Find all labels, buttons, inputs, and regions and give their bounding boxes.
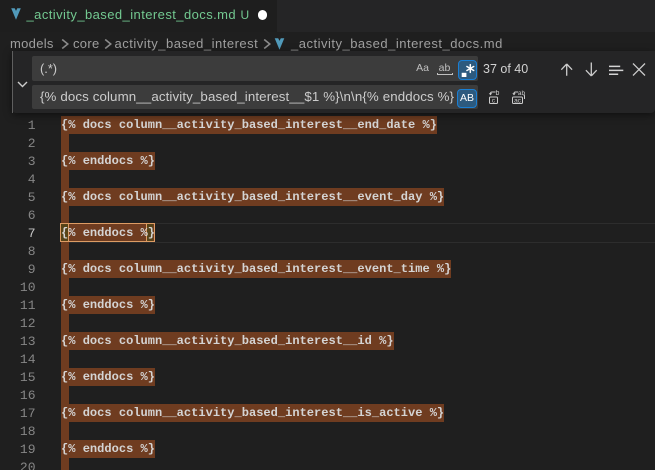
svg-text:b: b <box>496 90 500 97</box>
svg-text:ac: ac <box>514 97 522 104</box>
svg-text:ab: ab <box>518 90 526 97</box>
